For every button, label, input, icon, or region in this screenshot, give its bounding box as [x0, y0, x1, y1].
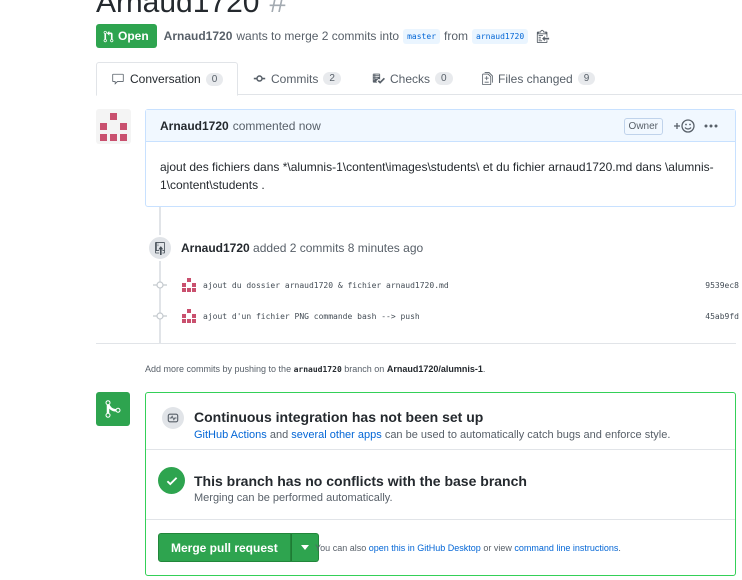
- file-diff-icon: [482, 72, 493, 85]
- check-circle-icon: [158, 467, 185, 494]
- commit-icon: [253, 75, 266, 82]
- merge-button-group: Merge pull request: [158, 533, 319, 562]
- comment-header: Arnaud1720 commented now Owner: [146, 110, 735, 142]
- commit-dot-icon: [153, 278, 167, 292]
- timeline-divider: [96, 343, 736, 344]
- commits-event-text: Arnaud1720 added 2 commits 8 minutes ago: [181, 241, 423, 255]
- more-options-icon[interactable]: [703, 118, 719, 134]
- avatar[interactable]: [96, 109, 131, 144]
- git-merge-icon: [105, 400, 121, 418]
- add-reaction-icon[interactable]: [673, 118, 697, 134]
- ci-title: Continuous integration has not been set …: [194, 409, 484, 425]
- commit-message[interactable]: ajout du dossier arnaud1720 & fichier ar…: [203, 281, 449, 290]
- tab-conversation-label: Conversation: [130, 72, 201, 86]
- base-branch[interactable]: master: [403, 28, 441, 44]
- open-desktop-link[interactable]: open this in GitHub Desktop: [369, 543, 481, 553]
- tab-conversation[interactable]: Conversation 0: [96, 62, 239, 96]
- commit-author-avatar[interactable]: [181, 308, 197, 324]
- comment-body: ajout des fichiers dans *\alumnis-1\cont…: [160, 160, 714, 192]
- push-hint-prefix: Add more commits by pushing to the: [145, 364, 292, 374]
- pull-request-icon: [103, 30, 114, 42]
- conflicts-title: This branch has no conflicts with the ba…: [194, 473, 527, 489]
- head-branch[interactable]: arnaud1720: [472, 28, 529, 44]
- pulse-icon: [167, 413, 179, 423]
- ci-section: Continuous integration has not been set …: [146, 393, 735, 450]
- tab-checks-count: 0: [435, 72, 453, 85]
- merge-status-icon: [96, 392, 130, 426]
- commit-dot-icon: [153, 309, 167, 323]
- push-hint-repo: Arnaud1720/alumnis-1: [386, 364, 483, 374]
- tab-files-changed[interactable]: Files changed 9: [482, 62, 596, 95]
- commit-author-avatar[interactable]: [181, 277, 197, 293]
- wants-text: wants to merge 2 commits into: [236, 29, 400, 43]
- other-apps-link[interactable]: several other apps: [291, 429, 382, 441]
- commits-event-action: added 2 commits: [253, 241, 345, 255]
- pr-meta: Open Arnaud1720 wants to merge 2 commits…: [96, 24, 550, 48]
- tab-files-label: Files changed: [498, 71, 573, 86]
- ci-rest: can be used to automatically catch bugs …: [384, 429, 671, 441]
- also-prefix: You can also: [315, 543, 367, 553]
- state-label: Open: [118, 29, 149, 43]
- pr-tabs: Conversation 0 Commits 2 Checks 0 Files …: [96, 62, 742, 96]
- pr-title: Arnaud1720 #: [96, 0, 286, 20]
- pr-title-text: Arnaud1720: [96, 0, 260, 19]
- commits-event-time[interactable]: 8 minutes ago: [348, 241, 423, 255]
- commit-row[interactable]: ajout d'un fichier PNG commande bash -->…: [153, 307, 739, 325]
- triangle-down-icon: [300, 545, 309, 550]
- from-text: from: [444, 29, 469, 43]
- pr-author-link[interactable]: Arnaud1720: [164, 29, 233, 43]
- repo-push-icon: [155, 241, 165, 255]
- identicon-icon: [100, 113, 127, 141]
- comment-action[interactable]: commented now: [233, 119, 321, 133]
- merge-pull-request-button[interactable]: Merge pull request: [158, 533, 291, 562]
- clipboard-icon[interactable]: [536, 29, 550, 43]
- tab-commits[interactable]: Commits 2: [253, 62, 341, 95]
- merge-description: Arnaud1720 wants to merge 2 commits into…: [164, 28, 551, 44]
- commits-event-badge: [147, 235, 173, 261]
- ci-and: and: [269, 429, 289, 441]
- github-actions-link[interactable]: GitHub Actions: [194, 429, 267, 441]
- push-hint-suffix: .: [482, 364, 486, 374]
- also-or: or view: [483, 543, 512, 553]
- command-line-link[interactable]: command line instructions: [514, 543, 618, 553]
- comment-box: Arnaud1720 commented now Owner ajout des…: [145, 109, 736, 207]
- owner-badge: Owner: [623, 118, 663, 135]
- tab-checks[interactable]: Checks 0: [372, 62, 453, 95]
- push-hint-branch: arnaud1720: [293, 365, 342, 374]
- tab-files-count: 9: [577, 72, 596, 85]
- commits-event-author[interactable]: Arnaud1720: [181, 241, 250, 255]
- push-hint: Add more commits by pushing to the arnau…: [145, 364, 485, 374]
- commit-message[interactable]: ajout d'un fichier PNG commande bash -->…: [203, 312, 420, 321]
- commit-row[interactable]: ajout du dossier arnaud1720 & fichier ar…: [153, 276, 739, 294]
- tab-commits-count: 2: [323, 72, 341, 85]
- tab-commits-label: Commits: [271, 71, 319, 86]
- comment-author[interactable]: Arnaud1720: [160, 119, 229, 133]
- checklist-icon: [372, 73, 385, 84]
- push-hint-middle: branch on: [344, 364, 385, 374]
- pr-number: #: [269, 0, 287, 19]
- tab-checks-label: Checks: [390, 71, 431, 86]
- also-suffix: .: [618, 543, 621, 553]
- commit-sha[interactable]: 9539ec8: [705, 281, 739, 290]
- tab-conversation-count: 0: [205, 72, 224, 86]
- state-badge: Open: [96, 24, 157, 48]
- merge-box: Continuous integration has not been set …: [145, 392, 736, 576]
- ci-subtitle: GitHub Actions and several other apps ca…: [194, 429, 670, 441]
- comment-icon: [112, 73, 124, 85]
- conflicts-subtitle: Merging can be performed automatically.: [194, 492, 393, 504]
- commit-sha[interactable]: 45ab9fd: [705, 312, 739, 321]
- merge-alternatives: You can also open this in GitHub Desktop…: [315, 543, 621, 553]
- ci-icon: [162, 407, 184, 429]
